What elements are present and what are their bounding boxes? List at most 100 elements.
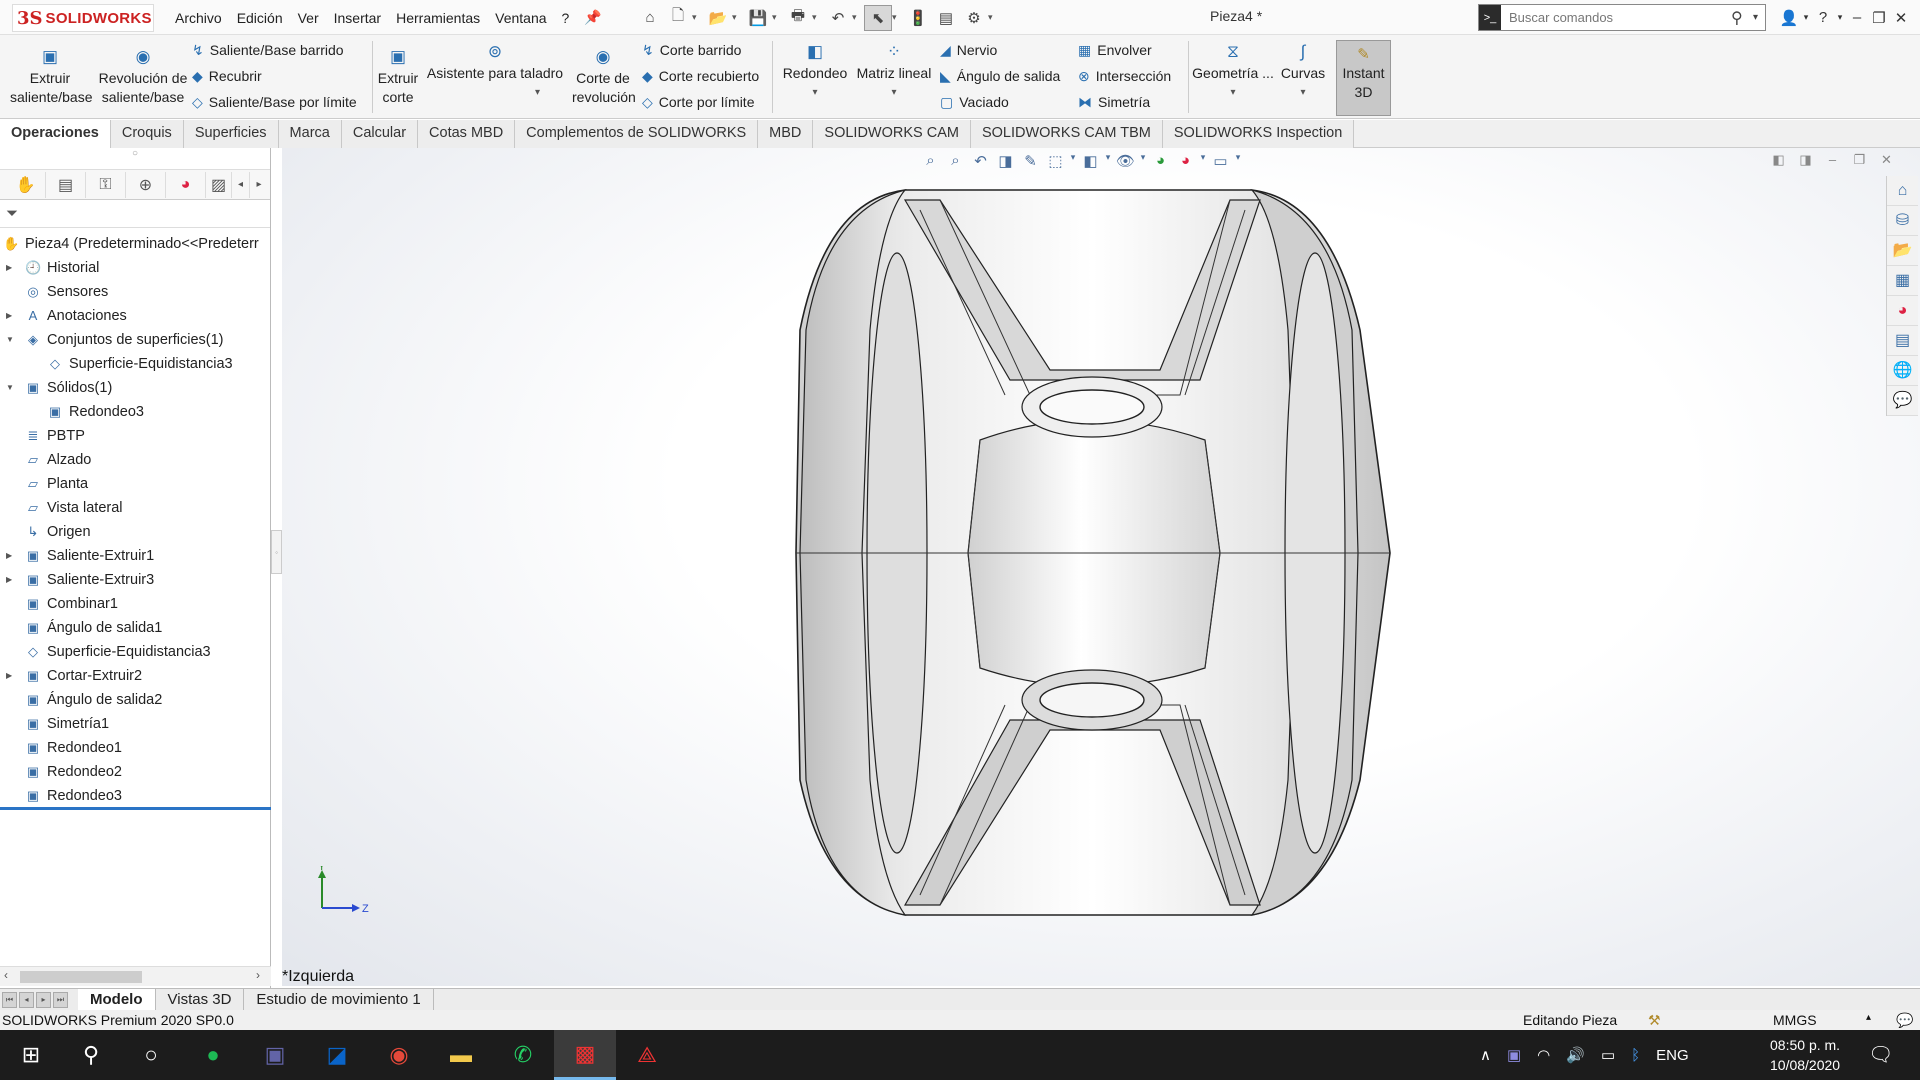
- extruded-cut-button[interactable]: ▣ Extruir corte: [376, 47, 420, 107]
- tree-item[interactable]: ▣ Ángulo de salida2: [0, 688, 270, 712]
- property-manager-icon[interactable]: ▤: [46, 171, 86, 198]
- home-icon[interactable]: ⌂: [636, 5, 664, 31]
- display-manager-icon[interactable]: ◕: [166, 171, 206, 198]
- search-icon[interactable]: ⚲: [1731, 8, 1753, 28]
- chevron-down-icon[interactable]: ▾: [732, 12, 744, 23]
- first-tab-icon[interactable]: ⏮: [2, 991, 17, 1008]
- tab-vistas-3d[interactable]: Vistas 3D: [156, 988, 245, 1011]
- tree-item[interactable]: ▶ A Anotaciones: [0, 304, 270, 328]
- tab-modelo[interactable]: Modelo: [78, 988, 156, 1011]
- menu-ventana[interactable]: Ventana: [495, 10, 546, 26]
- boundary-cut-button[interactable]: ◇ Corte por límite: [642, 94, 754, 111]
- fillet-button[interactable]: ◧ Redondeo ▾: [780, 42, 850, 102]
- rib-button[interactable]: ◢ Nervio: [940, 42, 997, 59]
- panel-splitter[interactable]: ◦: [271, 530, 282, 574]
- part-model[interactable]: [282, 148, 1920, 986]
- chevron-down-icon[interactable]: ▾: [1800, 12, 1812, 23]
- chevron-down-icon[interactable]: ▾: [1192, 83, 1274, 102]
- tree-root-part[interactable]: ✋ Pieza4 (Predeterminado<<Predeterr: [0, 232, 270, 256]
- tab-solidworks-cam[interactable]: SOLIDWORKS CAM: [813, 120, 971, 148]
- open-folder-icon[interactable]: 📂: [704, 5, 732, 31]
- scrollbar-thumb[interactable]: [20, 971, 142, 983]
- teams-icon[interactable]: ▣: [244, 1030, 306, 1080]
- tree-item[interactable]: ▶ ▣ Saliente-Extruir1: [0, 544, 270, 568]
- chevron-down-icon[interactable]: ▾: [854, 83, 934, 102]
- tree-item[interactable]: ▱ Vista lateral: [0, 496, 270, 520]
- linear-pattern-button[interactable]: ⁘ Matriz lineal ▾: [854, 42, 934, 102]
- chevron-right-icon[interactable]: ›: [256, 968, 260, 982]
- solidworks-taskbar-icon[interactable]: ▩: [554, 1030, 616, 1080]
- cam-manager-icon[interactable]: ▨: [206, 171, 232, 198]
- chevron-right-icon[interactable]: ▶: [6, 664, 12, 688]
- whatsapp-icon[interactable]: ✆: [492, 1030, 554, 1080]
- tab-solidworks-inspection[interactable]: SOLIDWORKS Inspection: [1162, 120, 1355, 148]
- extrude-boss-button[interactable]: ▣ Extruir saliente/base: [10, 47, 93, 107]
- horizontal-scrollbar[interactable]: ‹ ›: [0, 966, 271, 986]
- tree-item[interactable]: ▣ Combinar1: [0, 592, 270, 616]
- prev-tab-icon[interactable]: ◂: [19, 991, 34, 1008]
- tab-cotas-mbd[interactable]: Cotas MBD: [418, 120, 516, 148]
- last-tab-icon[interactable]: ⏭: [53, 991, 68, 1008]
- tree-item[interactable]: ▣ Redondeo2: [0, 760, 270, 784]
- tree-item[interactable]: ▼ ◈ Conjuntos de superficies(1): [0, 328, 270, 352]
- tab-solidworks-cam-tbm[interactable]: SOLIDWORKS CAM TBM: [970, 120, 1163, 148]
- chevron-down-icon[interactable]: ▾: [772, 12, 784, 23]
- draft-button[interactable]: ◣ Ángulo de salida: [940, 68, 1060, 85]
- chevron-down-icon[interactable]: ▾: [892, 12, 904, 23]
- graphics-area[interactable]: ⌕ ⌕ ↶ ◨ ✎ ⬚ ▾ ◧ ▾ 👁 ▾ ◕ ◕ ▾ ▭ ▾ ◧ ◨ – ❐ …: [282, 148, 1920, 986]
- mirror-button[interactable]: ⧓ Simetría: [1078, 94, 1150, 111]
- new-document-icon[interactable]: 🗋: [664, 5, 692, 31]
- search-input[interactable]: Buscar comandos: [1509, 10, 1731, 25]
- chevron-down-icon[interactable]: ▾: [692, 12, 704, 23]
- battery-icon[interactable]: ▭: [1601, 1046, 1615, 1064]
- filter-icon[interactable]: ⏷: [0, 200, 270, 228]
- teams-tray-icon[interactable]: ▣: [1507, 1046, 1521, 1064]
- tree-item[interactable]: ◎ Sensores: [0, 280, 270, 304]
- chevron-left-icon[interactable]: ◂: [232, 171, 250, 198]
- user-icon[interactable]: 👤: [1778, 9, 1800, 27]
- outlook-icon[interactable]: ◪: [306, 1030, 368, 1080]
- terminal-icon[interactable]: >_: [1479, 5, 1501, 30]
- pin-icon[interactable]: 📌: [584, 9, 601, 26]
- instant-3d-button[interactable]: ✎ Instant 3D: [1336, 40, 1391, 116]
- select-arrow-icon[interactable]: ⬉: [864, 4, 892, 31]
- menu-archivo[interactable]: Archivo: [175, 10, 222, 26]
- chevron-down-icon[interactable]: ▾: [1834, 12, 1846, 23]
- chevron-left-icon[interactable]: ‹: [4, 968, 8, 982]
- swept-boss-button[interactable]: ↯ Saliente/Base barrido: [192, 42, 344, 59]
- menu-ver[interactable]: Ver: [298, 10, 319, 26]
- reference-geometry-button[interactable]: ⧖ Geometría ... ▾: [1192, 42, 1274, 102]
- chevron-down-icon[interactable]: ▾: [988, 12, 1000, 23]
- print-icon[interactable]: 🖶: [784, 5, 812, 31]
- bluetooth-icon[interactable]: ᛒ: [1631, 1047, 1640, 1064]
- search-icon[interactable]: ⚲: [60, 1030, 122, 1080]
- wifi-icon[interactable]: ◠: [1537, 1046, 1550, 1064]
- help-icon[interactable]: ?: [1812, 9, 1834, 26]
- tab-operaciones[interactable]: Operaciones: [0, 120, 111, 148]
- notifications-icon[interactable]: 🗨: [1868, 1042, 1893, 1067]
- chevron-down-icon[interactable]: ▼: [6, 328, 14, 352]
- next-tab-icon[interactable]: ▸: [36, 991, 51, 1008]
- close-button[interactable]: ✕: [1890, 9, 1912, 27]
- wrap-button[interactable]: ▦ Envolver: [1078, 42, 1152, 59]
- tab-croquis[interactable]: Croquis: [110, 120, 184, 148]
- tree-item[interactable]: ▣ Simetría1: [0, 712, 270, 736]
- menu-herramientas[interactable]: Herramientas: [396, 10, 480, 26]
- revolve-boss-button[interactable]: ◉ Revolución de saliente/base: [98, 47, 188, 107]
- acrobat-icon[interactable]: ⟁: [616, 1030, 678, 1080]
- clock[interactable]: 08:50 p. m. 10/08/2020: [1770, 1035, 1840, 1075]
- traffic-light-icon[interactable]: 🚦: [904, 5, 932, 31]
- rebuild-icon[interactable]: ⚒: [1648, 1012, 1661, 1029]
- menu-insertar[interactable]: Insertar: [334, 10, 381, 26]
- volume-icon[interactable]: 🔊: [1566, 1046, 1585, 1064]
- tree-item[interactable]: ▶ ▣ Cortar-Extruir2: [0, 664, 270, 688]
- undo-icon[interactable]: ↶: [824, 5, 852, 31]
- save-icon[interactable]: 💾: [744, 5, 772, 31]
- chat-icon[interactable]: 💬: [1896, 1012, 1913, 1029]
- tree-item[interactable]: ▣ Redondeo3: [0, 784, 270, 808]
- tab-calcular[interactable]: Calcular: [341, 120, 419, 148]
- chevron-up-icon[interactable]: ∧: [1480, 1046, 1491, 1064]
- rollback-bar[interactable]: [0, 807, 271, 810]
- tree-item[interactable]: ◇ Superficie-Equidistancia3: [0, 352, 270, 376]
- chevron-down-icon[interactable]: ▼: [6, 376, 14, 400]
